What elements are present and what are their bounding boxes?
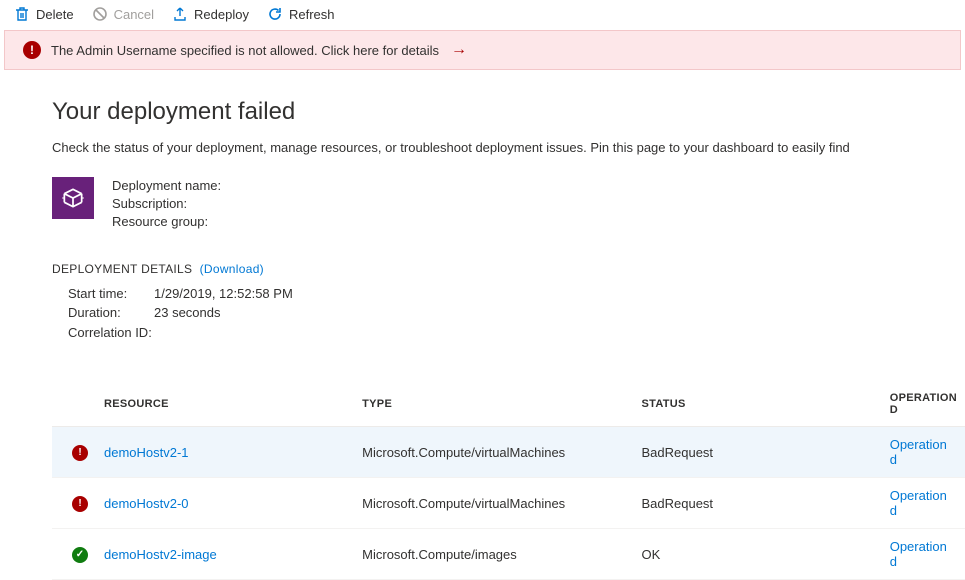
toolbar: Delete Cancel Redeploy Refresh: [0, 0, 965, 30]
resource-type: Microsoft.Compute/images: [354, 529, 633, 580]
details-header-text: DEPLOYMENT DETAILS: [52, 262, 192, 276]
cancel-label: Cancel: [114, 7, 154, 22]
redeploy-label: Redeploy: [194, 7, 249, 22]
status-error-icon: !: [72, 445, 88, 461]
header-resource[interactable]: Resource: [96, 382, 354, 427]
deployment-meta: Deployment name: Subscription: Resource …: [112, 177, 221, 232]
arrow-right-icon: →: [451, 41, 467, 59]
resource-link[interactable]: demoHostv2-image: [104, 547, 217, 562]
refresh-label: Refresh: [289, 7, 335, 22]
resources-table: Resource Type Status Operation D ! demoH…: [52, 382, 965, 580]
trash-icon: [14, 6, 30, 22]
header-status[interactable]: Status: [633, 382, 881, 427]
resource-status: BadRequest: [633, 427, 881, 478]
delete-label: Delete: [36, 7, 74, 22]
header-type[interactable]: Type: [354, 382, 633, 427]
download-link[interactable]: (Download): [200, 262, 264, 276]
cancel-button: Cancel: [92, 6, 154, 22]
refresh-button[interactable]: Refresh: [267, 6, 335, 22]
resource-group-label: Resource group:: [112, 214, 208, 229]
status-error-icon: !: [72, 496, 88, 512]
main-content: Your deployment failed Check the status …: [0, 74, 965, 580]
resource-link[interactable]: demoHostv2-0: [104, 496, 189, 511]
redeploy-button[interactable]: Redeploy: [172, 6, 249, 22]
details-header: DEPLOYMENT DETAILS (Download): [52, 262, 965, 276]
table-row[interactable]: ✓ demoHostv2-image Microsoft.Compute/ima…: [52, 529, 965, 580]
resource-type: Microsoft.Compute/virtualMachines: [354, 427, 633, 478]
subscription-label: Subscription:: [112, 196, 187, 211]
redeploy-icon: [172, 6, 188, 22]
status-ok-icon: ✓: [72, 547, 88, 563]
correlation-label: Correlation ID:: [68, 323, 168, 343]
refresh-icon: [267, 6, 283, 22]
details-block: Start time: 1/29/2019, 12:52:58 PM Durati…: [68, 284, 965, 343]
operation-link[interactable]: Operation d: [890, 437, 947, 467]
page-subtitle: Check the status of your deployment, man…: [52, 140, 965, 155]
cancel-icon: [92, 6, 108, 22]
start-time-label: Start time:: [68, 284, 146, 304]
start-time-value: 1/29/2019, 12:52:58 PM: [154, 284, 293, 304]
resource-link[interactable]: demoHostv2-1: [104, 445, 189, 460]
header-operation[interactable]: Operation D: [882, 382, 965, 427]
delete-button[interactable]: Delete: [14, 6, 74, 22]
duration-value: 23 seconds: [154, 303, 221, 323]
table-header-row: Resource Type Status Operation D: [52, 382, 965, 427]
deployment-tile-icon: [52, 177, 94, 219]
resource-type: Microsoft.Compute/virtualMachines: [354, 478, 633, 529]
duration-label: Duration:: [68, 303, 146, 323]
operation-link[interactable]: Operation d: [890, 539, 947, 569]
operation-link[interactable]: Operation d: [890, 488, 947, 518]
table-row[interactable]: ! demoHostv2-1 Microsoft.Compute/virtual…: [52, 427, 965, 478]
error-message: The Admin Username specified is not allo…: [51, 43, 439, 58]
error-icon: !: [23, 41, 41, 59]
resource-status: BadRequest: [633, 478, 881, 529]
resource-status: OK: [633, 529, 881, 580]
table-row[interactable]: ! demoHostv2-0 Microsoft.Compute/virtual…: [52, 478, 965, 529]
deployment-summary: Deployment name: Subscription: Resource …: [52, 177, 965, 232]
deployment-name-label: Deployment name:: [112, 178, 221, 193]
error-banner[interactable]: ! The Admin Username specified is not al…: [4, 30, 961, 70]
page-title: Your deployment failed: [52, 98, 965, 126]
